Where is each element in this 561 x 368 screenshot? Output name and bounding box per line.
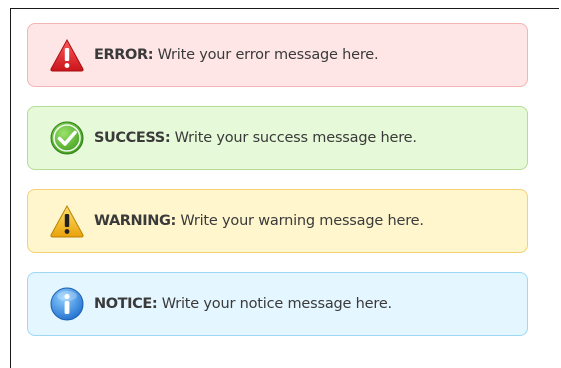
notice-text: Write your notice message here. [161,296,392,312]
error-text: Write your error message here. [157,47,379,63]
warning-alert: WARNING: Write your warning message here… [27,189,528,253]
success-alert: SUCCESS: Write your success message here… [27,106,528,170]
error-label: ERROR: [94,47,154,63]
notice-alert: NOTICE: Write your notice message here. [27,272,528,336]
notice-label: NOTICE: [94,296,158,312]
error-triangle-icon [48,36,86,74]
warning-message: WARNING: Write your warning message here… [94,213,424,229]
success-check-icon [48,119,86,157]
warning-label: WARNING: [94,213,176,229]
warning-triangle-icon [48,202,86,240]
success-label: SUCCESS: [94,130,171,146]
warning-text: Write your warning message here. [180,213,424,229]
error-alert: ERROR: Write your error message here. [27,23,528,87]
error-message: ERROR: Write your error message here. [94,47,379,63]
notice-message: NOTICE: Write your notice message here. [94,296,392,312]
info-circle-icon [48,285,86,323]
success-text: Write your success message here. [174,130,417,146]
success-message: SUCCESS: Write your success message here… [94,130,417,146]
